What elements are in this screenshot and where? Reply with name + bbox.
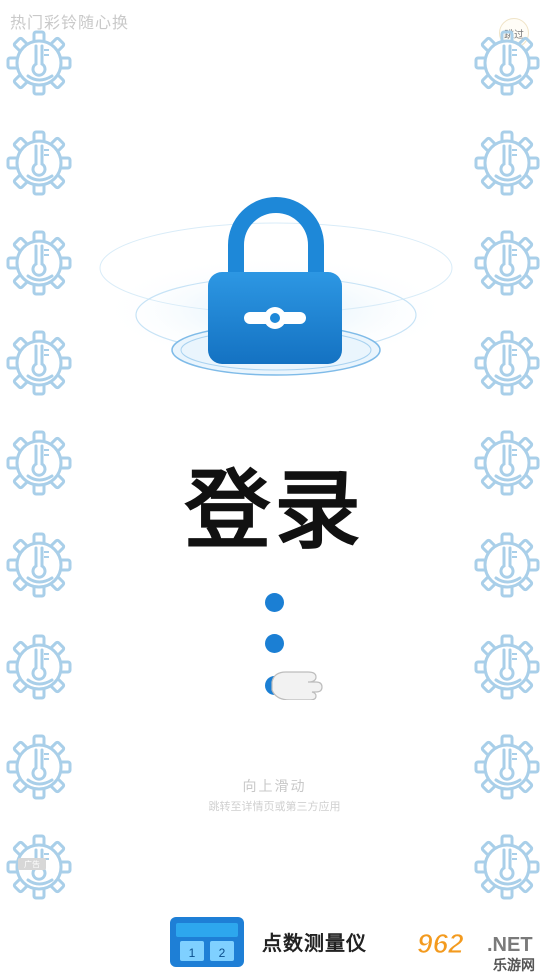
swipe-dot bbox=[265, 634, 284, 653]
gear-thermometer-icon bbox=[474, 634, 540, 700]
pointing-hand-icon bbox=[271, 671, 323, 700]
watermark-site: 乐游网 bbox=[493, 957, 535, 973]
swipe-dot bbox=[265, 593, 284, 612]
ad-badge: 广告 bbox=[18, 858, 46, 870]
watermark-suffix: .NET bbox=[487, 934, 533, 956]
gear-thermometer-icon bbox=[474, 130, 540, 196]
app-icon-digit: 2 bbox=[219, 946, 226, 960]
gear-thermometer-icon bbox=[6, 30, 72, 96]
gear-thermometer-icon bbox=[6, 230, 72, 296]
app-icon-digit: 1 bbox=[189, 946, 196, 960]
padlock-icon bbox=[208, 197, 342, 364]
site-watermark: 962 .NET 乐游网 bbox=[417, 928, 536, 974]
gear-thermometer-icon bbox=[474, 834, 540, 900]
gear-thermometer-icon bbox=[6, 634, 72, 700]
gear-thermometer-icon bbox=[6, 130, 72, 196]
swipe-hint: 向上滑动 bbox=[242, 778, 307, 794]
gear-thermometer-icon bbox=[474, 230, 540, 296]
gear-thermometer-icon bbox=[6, 330, 72, 396]
watermark-number: 962 bbox=[417, 928, 464, 959]
gear-thermometer-icon bbox=[474, 330, 540, 396]
app-name: 点数测量仪 bbox=[262, 933, 367, 955]
login-title: 登录 bbox=[184, 461, 365, 561]
swipe-subhint: 跳转至详情页或第三方应用 bbox=[208, 801, 341, 813]
lock-illustration bbox=[99, 197, 453, 376]
gear-thermometer-icon bbox=[474, 30, 540, 96]
app-icon[interactable]: 1 2 bbox=[170, 917, 244, 967]
